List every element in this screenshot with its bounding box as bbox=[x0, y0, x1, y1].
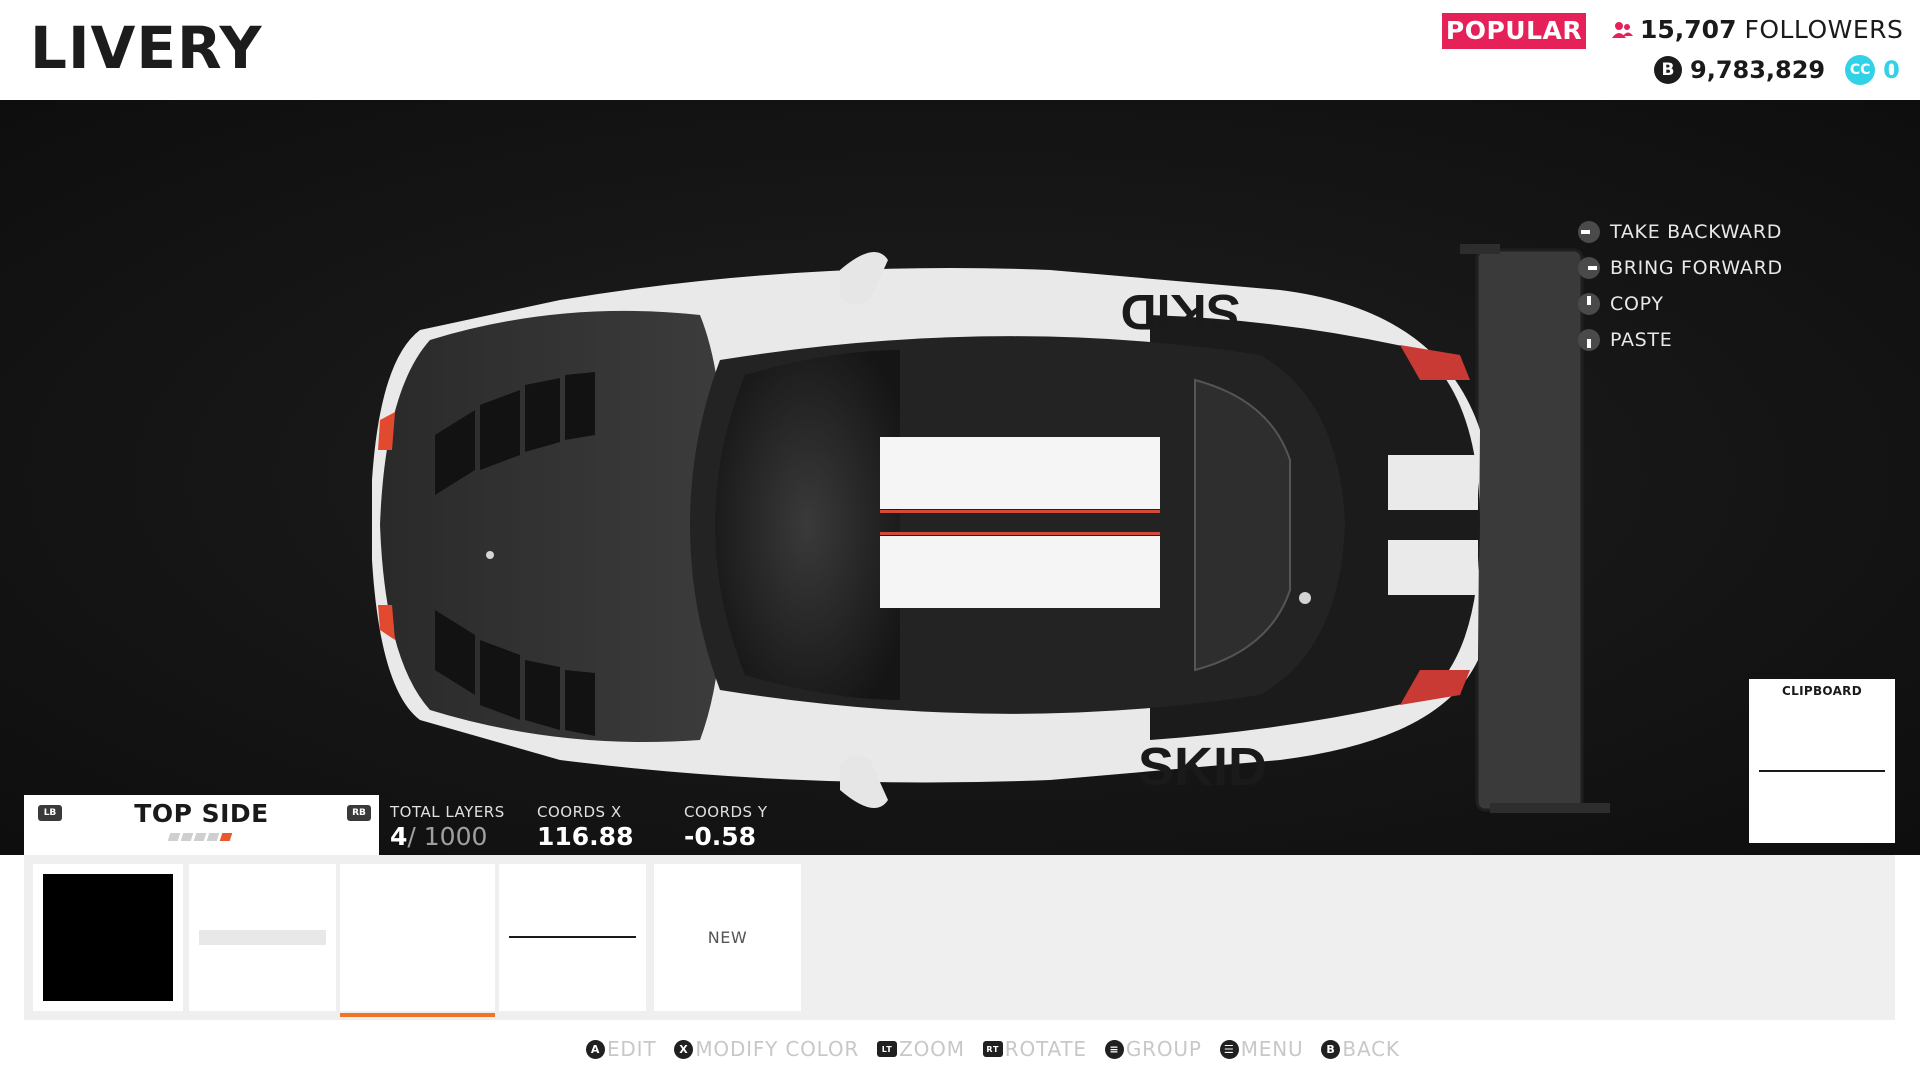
hint-group-label: GROUP bbox=[1125, 1037, 1202, 1061]
coords-x-label: COORDS X bbox=[537, 803, 622, 821]
layer-preview-black-square bbox=[43, 874, 173, 1001]
hint-menu[interactable]: ☰ MENU bbox=[1219, 1037, 1304, 1061]
credits-value: 9,783,829 bbox=[1690, 56, 1826, 84]
hint-group[interactable]: ≡ GROUP bbox=[1104, 1037, 1202, 1061]
bring-forward-option[interactable]: BRING FORWARD bbox=[1578, 250, 1783, 286]
skid-decal-bottom: SKID bbox=[1138, 737, 1267, 797]
dpad-right-icon bbox=[1578, 257, 1600, 279]
hint-back-label: BACK bbox=[1342, 1037, 1400, 1061]
layer-thumbnail[interactable] bbox=[189, 864, 336, 1011]
followers-number: 15,707 bbox=[1640, 15, 1737, 44]
view-button-icon: ≡ bbox=[1104, 1039, 1124, 1059]
credits-coin-icon: B bbox=[1654, 56, 1682, 84]
copy-label: COPY bbox=[1610, 293, 1664, 315]
hint-modify-color-label: MODIFY COLOR bbox=[695, 1037, 860, 1061]
layer-thumbnail[interactable] bbox=[499, 864, 646, 1011]
followers-label: FOLLOWERS bbox=[1744, 15, 1904, 44]
button-hints: A EDIT X MODIFY COLOR LT ZOOM RT ROTATE ≡ GRO… bbox=[586, 1037, 1418, 1061]
coords-x-stat: COORDS X 116.88 bbox=[537, 803, 633, 851]
menu-button-icon: ☰ bbox=[1219, 1039, 1239, 1059]
side-selector[interactable]: LB TOP SIDE RB bbox=[24, 795, 379, 855]
side-title: TOP SIDE bbox=[134, 799, 269, 828]
layer-preview-line bbox=[509, 936, 636, 938]
layer-preview-gray-bar bbox=[199, 930, 326, 945]
coords-y-stat: COORDS Y -0.58 bbox=[684, 803, 768, 851]
followers-count: 15,707 FOLLOWERS bbox=[1612, 15, 1903, 44]
header-bar: LIVERY POPULAR 15,707 FOLLOWERS B 9,783,… bbox=[0, 0, 1920, 100]
a-button-icon: A bbox=[586, 1039, 605, 1059]
side-dot bbox=[180, 833, 194, 841]
rt-trigger-icon: RT bbox=[982, 1041, 1003, 1057]
copy-option[interactable]: COPY bbox=[1578, 286, 1783, 322]
dpad-left-icon bbox=[1578, 221, 1600, 243]
dpad-up-icon bbox=[1578, 293, 1600, 315]
dpad-down-icon bbox=[1578, 329, 1600, 351]
layer-thumbnail-selected[interactable] bbox=[340, 864, 495, 1017]
hint-menu-label: MENU bbox=[1240, 1037, 1304, 1061]
new-layer-label: NEW bbox=[707, 928, 748, 947]
b-button-icon: B bbox=[1321, 1039, 1341, 1059]
paste-label: PASTE bbox=[1610, 329, 1673, 351]
new-layer-button[interactable]: NEW bbox=[654, 864, 801, 1011]
hint-rotate[interactable]: RT ROTATE bbox=[982, 1037, 1087, 1061]
take-backward-label: TAKE BACKWARD bbox=[1610, 221, 1783, 243]
hint-edit-label: EDIT bbox=[607, 1037, 657, 1061]
hint-zoom-label: ZOOM bbox=[899, 1037, 965, 1061]
coords-y-label: COORDS Y bbox=[684, 803, 768, 821]
clipboard-preview-line bbox=[1759, 770, 1885, 772]
layers-strip: NEW bbox=[24, 855, 1895, 1020]
total-layers-label: TOTAL LAYERS bbox=[390, 803, 505, 821]
total-layers-stat: TOTAL LAYERS 4/ 1000 bbox=[390, 803, 505, 851]
bring-forward-label: BRING FORWARD bbox=[1610, 257, 1783, 279]
hint-edit[interactable]: A EDIT bbox=[586, 1037, 656, 1061]
x-button-icon: X bbox=[674, 1039, 694, 1059]
coords-x-value: 116.88 bbox=[537, 822, 634, 851]
layer-thumbnail[interactable] bbox=[33, 864, 183, 1011]
take-backward-option[interactable]: TAKE BACKWARD bbox=[1578, 214, 1783, 250]
cc-icon: CC bbox=[1845, 55, 1876, 85]
hint-zoom[interactable]: LT ZOOM bbox=[877, 1037, 965, 1061]
car-viewport[interactable]: SKID SKID TAKE BACKWARD BRING FORWARD CO… bbox=[0, 100, 1920, 855]
rb-button-icon[interactable]: RB bbox=[347, 805, 371, 821]
side-dot-active bbox=[219, 833, 233, 841]
side-indicator bbox=[167, 833, 233, 841]
paste-option[interactable]: PASTE bbox=[1578, 322, 1783, 358]
lt-trigger-icon: LT bbox=[877, 1041, 898, 1057]
total-layers-max: / 1000 bbox=[407, 822, 488, 851]
context-menu: TAKE BACKWARD BRING FORWARD COPY PASTE bbox=[1578, 214, 1783, 358]
skid-decal-top: SKID bbox=[1121, 284, 1240, 340]
hint-back[interactable]: B BACK bbox=[1321, 1037, 1399, 1061]
total-layers-value: 4 bbox=[390, 822, 408, 851]
side-dot bbox=[167, 833, 181, 841]
coords-y-value: -0.58 bbox=[684, 822, 757, 851]
popular-badge: POPULAR bbox=[1442, 13, 1586, 49]
followers-icon bbox=[1612, 22, 1633, 38]
page-title: LIVERY bbox=[30, 14, 263, 82]
credits-display: B 9,783,829 CC 0 bbox=[1654, 55, 1900, 85]
cc-value: 0 bbox=[1883, 56, 1900, 84]
hint-modify-color[interactable]: X MODIFY COLOR bbox=[674, 1037, 859, 1061]
hint-rotate-label: ROTATE bbox=[1004, 1037, 1087, 1061]
selected-underline bbox=[340, 1013, 495, 1017]
side-dot bbox=[206, 833, 220, 841]
clipboard-panel[interactable]: CLIPBOARD bbox=[1749, 679, 1895, 843]
side-dot bbox=[193, 833, 207, 841]
clipboard-title: CLIPBOARD bbox=[1782, 684, 1862, 698]
